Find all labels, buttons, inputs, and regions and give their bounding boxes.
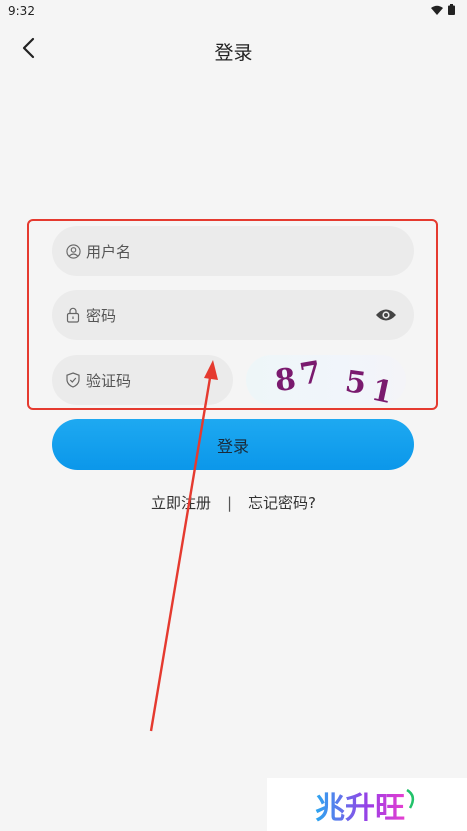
eye-icon[interactable] — [374, 304, 398, 326]
register-link[interactable]: 立即注册 — [151, 492, 211, 513]
captcha-digit: 8 — [273, 362, 301, 399]
username-field[interactable]: 用户名 — [52, 226, 414, 276]
captcha-digit: 1 — [368, 373, 400, 405]
forgot-password-link[interactable]: 忘记密码? — [248, 492, 316, 513]
wifi-icon — [431, 4, 443, 18]
link-separator: | — [226, 493, 233, 512]
password-field[interactable]: 密码 — [52, 290, 414, 340]
captcha-image[interactable]: 87 51 — [246, 355, 406, 405]
shield-icon — [65, 372, 81, 388]
username-placeholder: 用户名 — [86, 242, 132, 261]
battery-icon — [448, 4, 455, 18]
status-bar: 9:32 — [0, 0, 467, 22]
user-icon — [65, 243, 81, 259]
status-time: 9:32 — [8, 4, 35, 18]
auth-links: 立即注册 | 忘记密码? — [0, 492, 467, 513]
password-placeholder: 密码 — [86, 306, 117, 325]
captcha-code: 87 51 — [273, 355, 400, 405]
captcha-digit: 7 — [297, 355, 328, 393]
status-icons — [431, 4, 455, 18]
login-button[interactable]: 登录 — [52, 419, 414, 470]
svg-text:兆升旺: 兆升旺 — [315, 791, 405, 826]
header: 登录 — [0, 28, 467, 72]
annotation-arrow — [149, 360, 218, 732]
lock-icon — [65, 307, 81, 323]
captcha-placeholder: 验证码 — [86, 371, 132, 390]
captcha-digit: 5 — [343, 364, 373, 402]
watermark-logo: 兆升旺 — [267, 778, 467, 831]
page-title: 登录 — [214, 42, 253, 64]
captcha-field[interactable]: 验证码 — [52, 355, 233, 405]
